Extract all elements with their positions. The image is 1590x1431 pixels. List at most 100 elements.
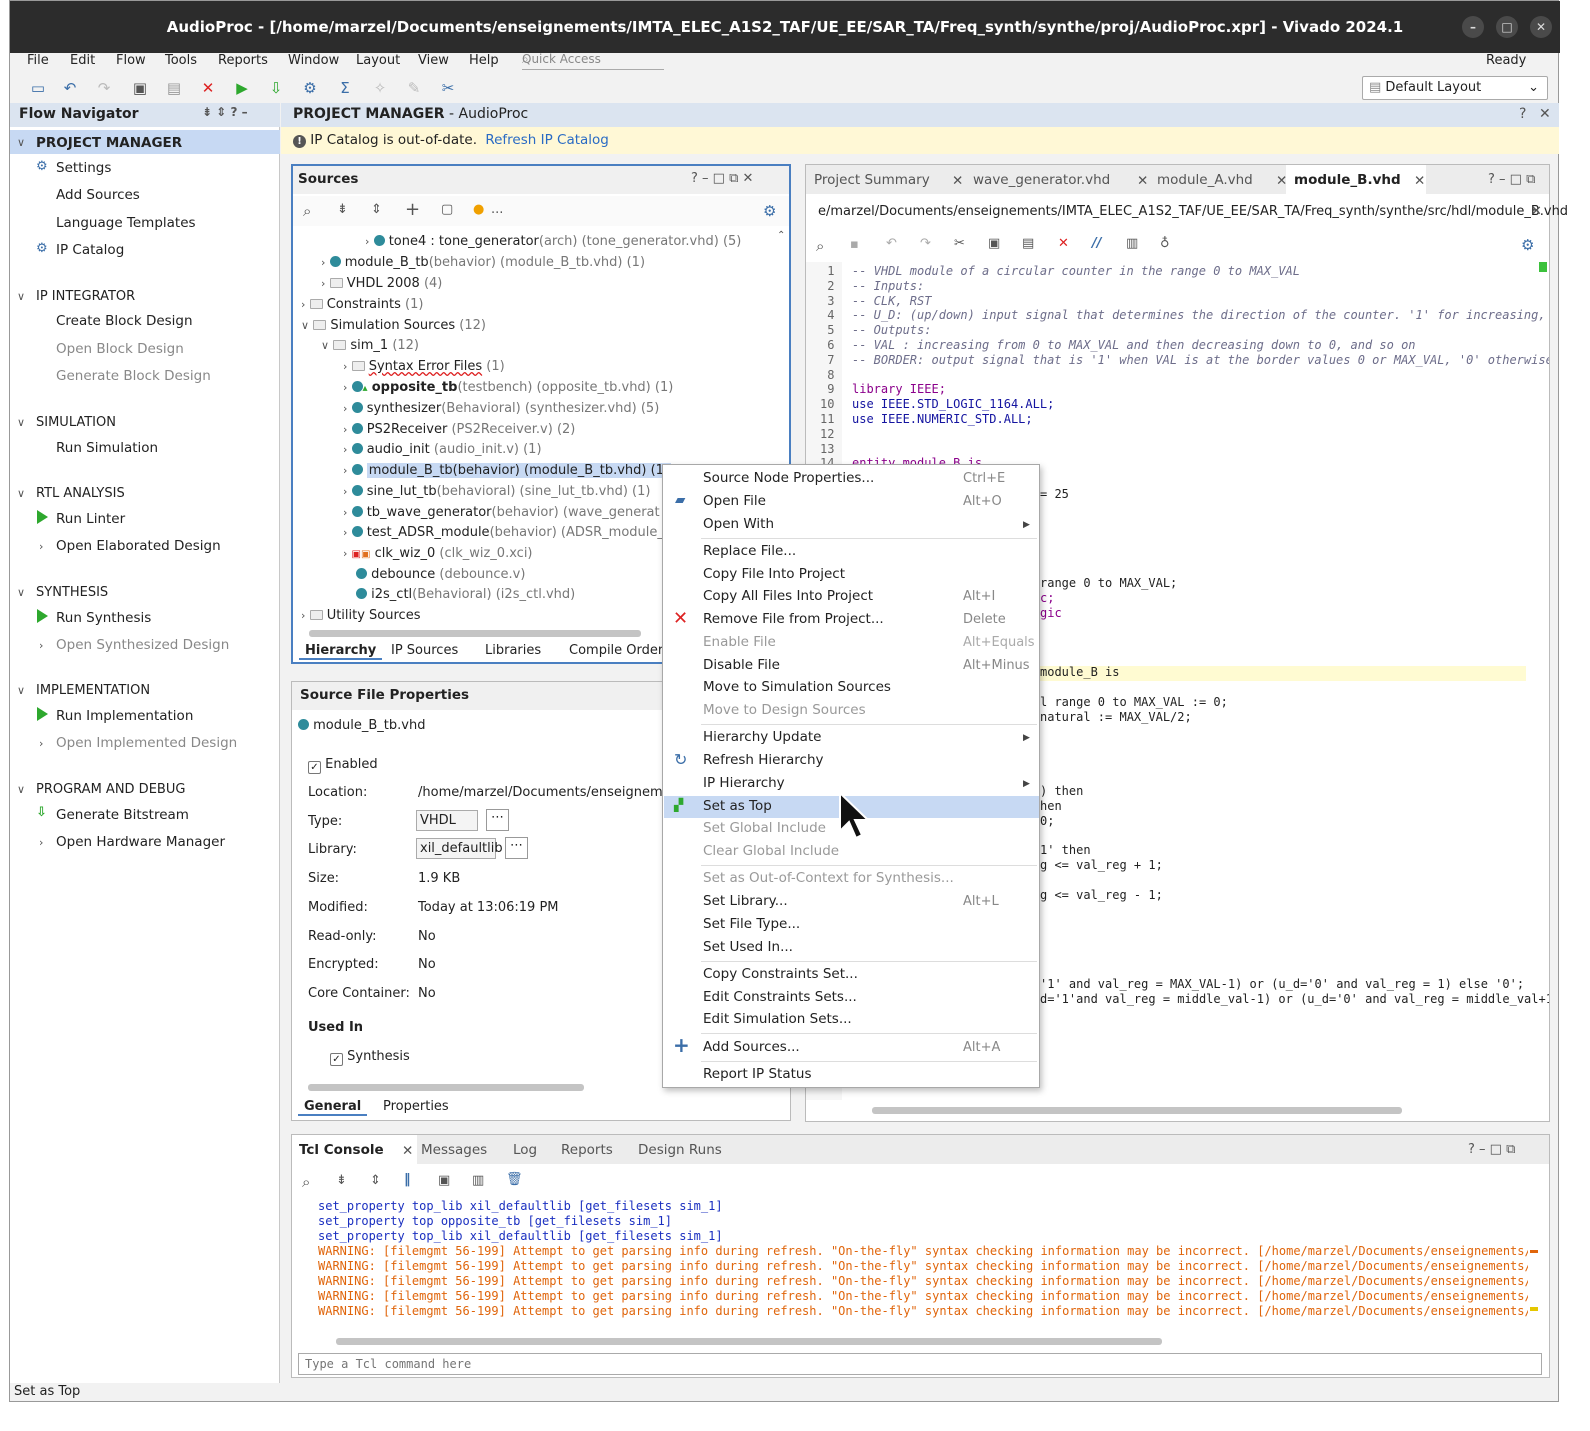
- quick-access-input[interactable]: ⌕ Quick Access: [522, 52, 664, 70]
- undo-icon[interactable]: ↶: [886, 236, 897, 251]
- tab-hierarchy[interactable]: Hierarchy: [299, 643, 383, 660]
- chevron-down-icon[interactable]: ∨: [17, 416, 25, 429]
- tab-reports[interactable]: Reports: [561, 1142, 613, 1158]
- columns-icon[interactable]: ▥: [472, 1173, 484, 1188]
- nav-run-linter[interactable]: Run Linter: [56, 511, 125, 527]
- tree-node[interactable]: › tone4 : tone_generator(arch) (tone_gen…: [365, 234, 741, 249]
- menu-reports[interactable]: Reports: [218, 53, 268, 68]
- redo-icon[interactable]: ↷: [94, 79, 114, 97]
- nav-program-and-debug[interactable]: PROGRAM AND DEBUG: [36, 782, 185, 797]
- panel-controls-icon[interactable]: ? – □ ⧉ ✕: [691, 171, 753, 186]
- settings-gear-icon[interactable]: ⚙: [300, 79, 320, 97]
- close-icon[interactable]: ✕: [1414, 173, 1425, 189]
- tree-node[interactable]: › VHDL 2008 (4): [321, 276, 442, 291]
- close-icon[interactable]: ✕: [952, 173, 963, 189]
- tab-compile-order[interactable]: Compile Order: [569, 643, 663, 658]
- menu-item-copy-constraints-set[interactable]: Copy Constraints Set...: [703, 966, 858, 982]
- menu-item-copy-all-files[interactable]: Copy All Files Into Project: [703, 588, 873, 604]
- tab-log[interactable]: Log: [513, 1142, 537, 1158]
- menu-item-ip-hierarchy[interactable]: IP Hierarchy: [703, 775, 785, 791]
- nav-language-templates[interactable]: Language Templates: [56, 215, 196, 231]
- menu-item-open-file[interactable]: Open File: [703, 493, 766, 509]
- menu-item-source-node-properties[interactable]: Source Node Properties...: [703, 470, 874, 486]
- nav-open-hardware-manager[interactable]: Open Hardware Manager: [56, 834, 225, 850]
- close-icon[interactable]: ✕: [1137, 173, 1148, 189]
- tools-icon[interactable]: ✂: [438, 79, 458, 97]
- collapse-all-icon[interactable]: ⇟: [337, 202, 348, 217]
- gear-icon[interactable]: ⚙: [763, 202, 776, 220]
- sources-hscrollbar[interactable]: [309, 630, 641, 637]
- menu-item-copy-file-into-project[interactable]: Copy File Into Project: [703, 566, 845, 582]
- menu-item-set-used-in[interactable]: Set Used In...: [703, 939, 793, 955]
- nav-project-manager[interactable]: PROJECT MANAGER: [36, 135, 182, 151]
- copy-icon[interactable]: ▣: [438, 1173, 450, 1188]
- menu-item-report-ip-status[interactable]: Report IP Status: [703, 1066, 811, 1082]
- layout-select[interactable]: ▤ Default Layout ⌄: [1362, 76, 1548, 100]
- wand-icon[interactable]: ✧: [370, 79, 390, 97]
- nav-open-implemented-design[interactable]: Open Implemented Design: [56, 735, 237, 751]
- enabled-checkbox[interactable]: ✓ Enabled: [308, 757, 378, 774]
- search-icon[interactable]: ⌕: [302, 1173, 310, 1191]
- pause-icon[interactable]: ‖: [404, 1172, 411, 1187]
- library-field[interactable]: xil_defaultlib: [416, 838, 503, 859]
- chevron-down-icon[interactable]: ∨: [17, 783, 25, 796]
- chevron-down-icon[interactable]: ∨: [17, 684, 25, 697]
- tree-node[interactable]: › Utility Sources: [301, 608, 420, 623]
- menu-view[interactable]: View: [418, 53, 449, 68]
- warning-icon[interactable]: ●: [473, 202, 484, 217]
- minimize-button[interactable]: –: [1462, 16, 1484, 38]
- gear-icon[interactable]: ⚙: [1521, 236, 1534, 254]
- tree-node[interactable]: › module_B_tb(behavior) (module_B_tb.vhd…: [321, 255, 645, 270]
- nav-add-sources[interactable]: Add Sources: [56, 187, 140, 203]
- tree-node[interactable]: › Constraints (1): [301, 297, 423, 312]
- undo-icon[interactable]: ↶: [60, 79, 80, 97]
- tab-wave-generator[interactable]: wave_generator.vhd: [973, 172, 1110, 188]
- nav-implementation[interactable]: IMPLEMENTATION: [36, 683, 150, 698]
- help-icon[interactable]: ?: [1519, 106, 1526, 122]
- tree-node[interactable]: debounce (debounce.v): [356, 567, 525, 582]
- close-icon[interactable]: ✕: [402, 1143, 413, 1159]
- chevron-down-icon[interactable]: ∨: [17, 290, 25, 303]
- chevron-down-icon[interactable]: ∨: [17, 487, 25, 500]
- close-icon[interactable]: ✕: [1531, 204, 1542, 219]
- panel-controls-icon[interactable]: ? – □ ⧉: [1488, 172, 1535, 187]
- tree-node[interactable]: › test_ADSR_module(behavior) (ADSR_modul…: [343, 525, 669, 540]
- library-browse-button[interactable]: ⋯: [505, 837, 528, 859]
- menu-item-add-sources[interactable]: Add Sources...: [703, 1039, 800, 1055]
- tree-node[interactable]: › Syntax Error Files (1): [343, 359, 505, 374]
- scroll-up-icon[interactable]: ⌃: [777, 230, 785, 241]
- pen-icon[interactable]: ✎: [404, 79, 424, 97]
- tree-node[interactable]: › audio_init (audio_init.v) (1): [343, 442, 542, 457]
- comment-icon[interactable]: //: [1092, 236, 1102, 251]
- tab-ip-sources[interactable]: IP Sources: [391, 643, 458, 658]
- add-icon[interactable]: +: [405, 199, 420, 220]
- menu-item-set-as-top[interactable]: Set as Top: [703, 798, 772, 814]
- menu-item-set-library[interactable]: Set Library...: [703, 893, 788, 909]
- chevron-right-icon[interactable]: ›: [39, 737, 43, 750]
- copy-icon[interactable]: ▣: [988, 236, 1000, 251]
- nav-synthesis[interactable]: SYNTHESIS: [36, 585, 108, 600]
- expand-all-icon[interactable]: ⇕: [371, 202, 382, 217]
- menu-item-replace-file[interactable]: Replace File...: [703, 543, 796, 559]
- console-hscrollbar[interactable]: [336, 1338, 1162, 1345]
- delete-icon[interactable]: ✕: [1058, 236, 1069, 251]
- menu-help[interactable]: Help: [469, 53, 499, 68]
- cut-icon[interactable]: ✂: [954, 236, 965, 251]
- close-window-button[interactable]: ✕: [1530, 16, 1552, 38]
- menu-item-edit-constraints-sets[interactable]: Edit Constraints Sets...: [703, 989, 857, 1005]
- synthesis-checkbox[interactable]: ✓ Synthesis: [330, 1049, 410, 1066]
- tree-node[interactable]: › ▣▣ clk_wiz_0 (clk_wiz_0.xci): [343, 546, 533, 561]
- maximize-button[interactable]: □: [1496, 16, 1518, 38]
- menu-item-set-file-type[interactable]: Set File Type...: [703, 916, 800, 932]
- tab-messages[interactable]: Messages: [421, 1142, 487, 1158]
- collapse-all-icon[interactable]: ⇟ ⇕ ? –: [202, 105, 248, 119]
- tab-module-a[interactable]: module_A.vhd: [1157, 172, 1253, 188]
- tree-node[interactable]: ∨ sim_1 (12): [321, 338, 419, 353]
- menu-item-refresh-hierarchy[interactable]: Refresh Hierarchy: [703, 752, 824, 768]
- menu-item-set-ooc[interactable]: Set as Out-of-Context for Synthesis...: [703, 870, 954, 886]
- menu-item-move-to-simulation[interactable]: Move to Simulation Sources: [703, 679, 891, 695]
- menu-file[interactable]: File: [27, 53, 49, 68]
- menu-item-move-to-design[interactable]: Move to Design Sources: [703, 702, 866, 718]
- nav-ip-integrator[interactable]: IP INTEGRATOR: [36, 289, 135, 304]
- tree-node[interactable]: › synthesizer(Behavioral) (synthesizer.v…: [343, 401, 659, 416]
